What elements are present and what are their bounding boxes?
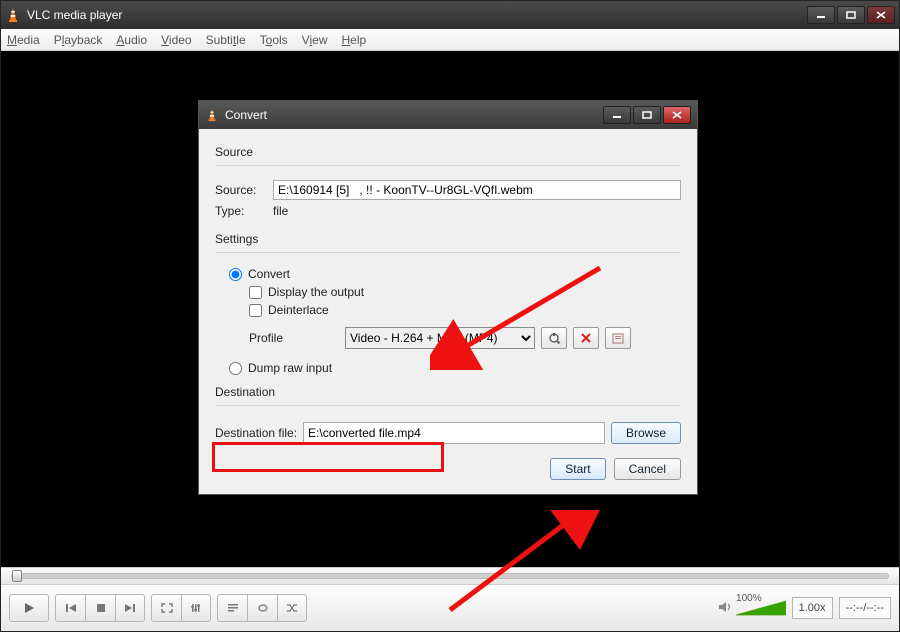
dialog-title-text: Convert xyxy=(225,108,267,122)
main-close-button[interactable] xyxy=(867,6,895,24)
loop-button[interactable] xyxy=(247,594,277,622)
playback-speed[interactable]: 1.00x xyxy=(792,597,833,619)
delete-profile-button[interactable] xyxy=(573,327,599,349)
dialog-titlebar[interactable]: Convert xyxy=(199,101,697,129)
cancel-button[interactable]: Cancel xyxy=(614,458,681,480)
ext-settings-button[interactable] xyxy=(181,594,211,622)
volume-slider[interactable] xyxy=(736,599,786,617)
display-output-checkbox[interactable]: Display the output xyxy=(249,285,681,299)
dialog-minimize-button[interactable] xyxy=(603,106,631,124)
main-title-text: VLC media player xyxy=(27,8,122,22)
player-controls: 100% 1.00x --:--/--:-- xyxy=(1,585,899,631)
seek-track[interactable] xyxy=(11,573,889,579)
main-titlebar[interactable]: VLC media player xyxy=(1,1,899,29)
browse-button[interactable]: Browse xyxy=(611,422,681,444)
menu-help[interactable]: Help xyxy=(341,33,366,47)
source-label: Source: xyxy=(215,183,265,197)
dest-file-label: Destination file: xyxy=(215,426,297,440)
menu-view[interactable]: View xyxy=(302,33,328,47)
vlc-cone-icon xyxy=(205,108,219,122)
time-display: --:--/--:-- xyxy=(839,597,891,619)
main-maximize-button[interactable] xyxy=(837,6,865,24)
prev-button[interactable] xyxy=(55,594,85,622)
menu-video[interactable]: Video xyxy=(161,33,191,47)
main-minimize-button[interactable] xyxy=(807,6,835,24)
seekbar[interactable] xyxy=(1,567,899,585)
next-button[interactable] xyxy=(115,594,145,622)
main-menubar: Media Playback Audio Video Subtitle Tool… xyxy=(1,29,899,51)
vlc-cone-icon xyxy=(5,7,21,23)
menu-media[interactable]: Media xyxy=(7,33,40,47)
source-field[interactable] xyxy=(273,180,681,200)
destination-section-label: Destination xyxy=(215,385,681,399)
dialog-maximize-button[interactable] xyxy=(633,106,661,124)
type-value: file xyxy=(273,204,288,218)
stop-button[interactable] xyxy=(85,594,115,622)
dest-file-field[interactable] xyxy=(303,422,605,444)
convert-radio[interactable]: Convert xyxy=(229,267,681,281)
edit-profile-button[interactable] xyxy=(541,327,567,349)
convert-dialog: Convert Source Source: Type: file Settin… xyxy=(198,100,698,495)
dump-raw-radio[interactable]: Dump raw input xyxy=(229,361,681,375)
type-label: Type: xyxy=(215,204,265,218)
settings-section-label: Settings xyxy=(215,232,681,246)
play-button[interactable] xyxy=(9,594,49,622)
shuffle-button[interactable] xyxy=(277,594,307,622)
fullscreen-button[interactable] xyxy=(151,594,181,622)
menu-subtitle[interactable]: Subtitle xyxy=(206,33,246,47)
speaker-icon xyxy=(718,600,732,617)
profile-select[interactable]: Video - H.264 + MP3 (MP4) xyxy=(345,327,535,349)
volume-control[interactable]: 100% xyxy=(688,599,786,617)
playlist-button[interactable] xyxy=(217,594,247,622)
menu-playback[interactable]: Playback xyxy=(54,33,103,47)
menu-audio[interactable]: Audio xyxy=(116,33,147,47)
profile-label: Profile xyxy=(249,331,339,345)
dialog-close-button[interactable] xyxy=(663,106,691,124)
deinterlace-checkbox[interactable]: Deinterlace xyxy=(249,303,681,317)
start-button[interactable]: Start xyxy=(550,458,605,480)
menu-tools[interactable]: Tools xyxy=(260,33,288,47)
seek-thumb[interactable] xyxy=(12,570,22,582)
new-profile-button[interactable] xyxy=(605,327,631,349)
source-section-label: Source xyxy=(215,145,681,159)
